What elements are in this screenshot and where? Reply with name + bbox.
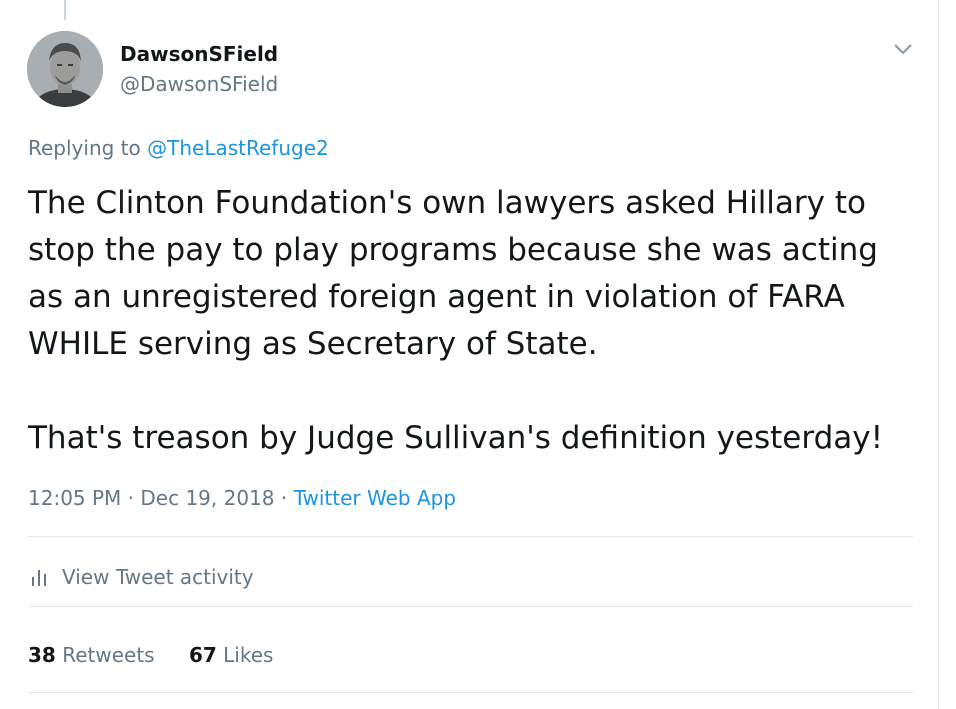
tweet-text: The Clinton Foundation's own lawyers ask… [28, 185, 884, 456]
likes-count: 67 [188, 643, 217, 667]
chevron-down-icon [894, 44, 912, 55]
replying-to-prefix: Replying to [28, 136, 141, 160]
display-name[interactable]: DawsonSField [120, 41, 278, 67]
bar-chart-icon [32, 570, 46, 586]
tweet-stats: 38 Retweets 67 Likes [28, 642, 301, 668]
reply-mention-link[interactable]: @TheLastRefuge2 [147, 136, 329, 160]
more-options-button[interactable] [890, 38, 916, 60]
thread-connector-line [64, 0, 66, 20]
retweets-label: Retweets [62, 643, 155, 667]
tweet-meta: 12:05 PM · Dec 19, 2018 · Twitter Web Ap… [28, 485, 456, 511]
user-handle[interactable]: @DawsonSField [120, 71, 278, 97]
retweets-count: 38 [28, 643, 56, 667]
divider [28, 692, 913, 693]
tweet-source-link[interactable]: Twitter Web App [294, 486, 456, 510]
tweet-time[interactable]: 12:05 PM [28, 486, 121, 510]
meta-separator: · [280, 486, 288, 510]
avatar-portrait-image [27, 31, 103, 107]
divider [28, 536, 913, 537]
retweets-stat[interactable]: 38 Retweets [28, 643, 161, 667]
avatar[interactable] [27, 31, 103, 107]
likes-label: Likes [223, 643, 274, 667]
tweet-date[interactable]: Dec 19, 2018 [140, 486, 274, 510]
column-border [938, 0, 939, 709]
meta-separator: · [127, 486, 135, 510]
replying-to: Replying to @TheLastRefuge2 [28, 135, 329, 161]
view-tweet-activity-button[interactable]: View Tweet activity [28, 564, 254, 590]
divider [28, 606, 913, 607]
view-tweet-activity-label: View Tweet activity [62, 565, 254, 589]
likes-stat[interactable]: 67 Likes [189, 643, 274, 667]
